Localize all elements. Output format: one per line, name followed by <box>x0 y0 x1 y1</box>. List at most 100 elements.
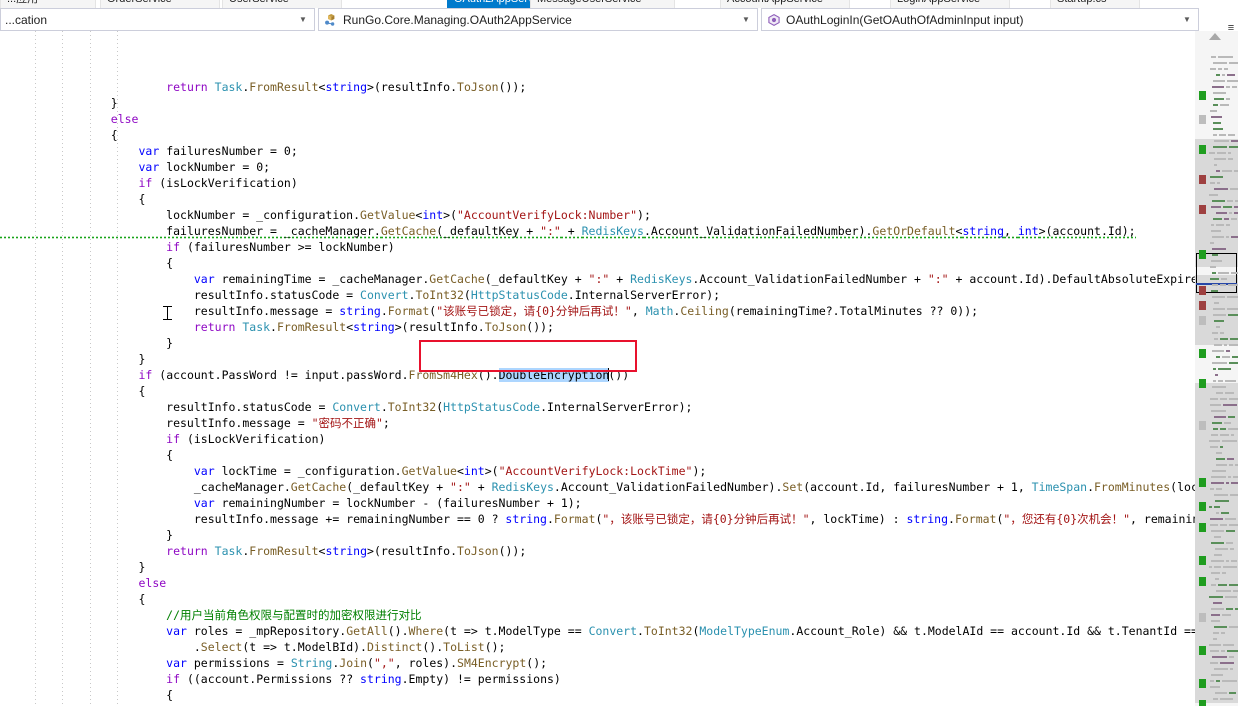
code-line[interactable]: resultInfo.statusCode = Convert.ToInt32(… <box>0 399 1195 415</box>
code-line[interactable]: resultInfo.statusCode = Convert.ToInt32(… <box>0 287 1195 303</box>
code-line[interactable]: { <box>0 191 1195 207</box>
minimap-row <box>1195 565 1238 568</box>
code-line[interactable]: } <box>0 559 1195 575</box>
code-token: HttpStatusCode <box>470 288 568 302</box>
code-token: HttpStatusCode <box>443 400 541 414</box>
tab-7[interactable]: Startup.cs <box>1050 0 1140 8</box>
code-line[interactable]: if ((account.Permissions ?? string.Empty… <box>0 671 1195 687</box>
code-line[interactable]: var remainingNumber = lockNumber - (fail… <box>0 495 1195 511</box>
code-line[interactable]: var remainingTime = _cacheManager.GetCac… <box>0 271 1195 287</box>
tab-1[interactable]: OrderService <box>100 0 220 8</box>
minimap-row <box>1195 445 1238 448</box>
tab-0[interactable]: ...应用 <box>0 0 96 8</box>
code-token: ()) <box>608 368 630 382</box>
code-line[interactable]: .Select(t => t.ModelBId).Distinct().ToLi… <box>0 639 1195 655</box>
code-line[interactable]: if (isLockVerification) <box>0 175 1195 191</box>
code-token: Task <box>214 80 243 94</box>
minimap-row <box>1195 325 1238 328</box>
minimap-row <box>1195 589 1238 592</box>
code-line[interactable]: var lockTime = _configuration.GetValue<i… <box>0 463 1195 479</box>
minimap-change-marker <box>1199 349 1206 358</box>
code-token: string <box>906 512 948 526</box>
code-line[interactable]: return Task.FromResult<string>(resultInf… <box>0 319 1195 335</box>
code-token: Distinct <box>366 640 423 654</box>
minimap-row <box>1195 601 1238 604</box>
code-token: } <box>0 528 174 542</box>
code-token: lockNumber = 0; <box>159 160 271 174</box>
code-line[interactable]: { <box>0 127 1195 143</box>
minimap-row <box>1195 331 1238 334</box>
minimap-row <box>1195 547 1238 550</box>
code-line[interactable]: return Task.FromResult<string>(resultInf… <box>0 543 1195 559</box>
code-token: Where <box>408 624 444 638</box>
code-token: >(resultInfo. <box>367 80 458 94</box>
code-line[interactable]: } <box>0 351 1195 367</box>
code-token: var <box>166 624 187 638</box>
code-line[interactable]: else <box>0 575 1195 591</box>
member-dropdown[interactable]: OAuthLoginIn(GetOAuthOfAdminInput input)… <box>761 8 1199 31</box>
code-line[interactable]: { <box>0 255 1195 271</box>
code-line[interactable]: failuresNumber = _cacheManager.GetCache(… <box>0 223 1195 241</box>
code-token: FromResult <box>249 544 319 558</box>
tab-6[interactable]: LoginAppService <box>890 0 1010 8</box>
minimap-row <box>1195 667 1238 670</box>
tab-4[interactable]: MessageUserService <box>530 0 675 8</box>
code-line[interactable]: } <box>0 335 1195 351</box>
tab-2[interactable]: UserService <box>222 0 342 8</box>
code-token: resultInfo.statusCode = <box>0 288 361 302</box>
chevron-down-icon[interactable]: ▼ <box>739 15 753 24</box>
minimap-row <box>1195 241 1238 244</box>
code-token: FromResult <box>249 80 319 94</box>
code-line[interactable]: //用户当前角色权限与配置时的加密权限进行对比 <box>0 607 1195 623</box>
tab-5[interactable]: AccountAppService <box>720 0 850 8</box>
code-line[interactable]: if (isLockVerification) <box>0 431 1195 447</box>
project-dropdown[interactable]: ...cation ▼ <box>0 8 315 31</box>
type-dropdown-value: RunGo.Core.Managing.OAuth2AppService <box>343 12 572 27</box>
code-editor[interactable]: return Task.FromResult<string>(resultInf… <box>0 31 1195 706</box>
minimap-row <box>1195 457 1238 460</box>
chevron-down-icon[interactable]: ▼ <box>296 15 310 24</box>
code-line[interactable]: var roles = _mpRepository.GetAll().Where… <box>0 623 1195 639</box>
code-token: , roles). <box>394 656 458 670</box>
code-token: else <box>138 576 167 590</box>
minimap-row <box>1195 541 1238 544</box>
type-dropdown[interactable]: RunGo.Core.Managing.OAuth2AppService ▼ <box>318 8 758 31</box>
code-line[interactable]: } <box>0 527 1195 543</box>
code-token: resultInfo.message = <box>0 304 340 318</box>
code-line[interactable]: resultInfo.message += remainingNumber ==… <box>0 511 1195 527</box>
code-line[interactable]: _cacheManager.GetCache(_defaultKey + ":"… <box>0 479 1195 495</box>
code-token: roles = _mpRepository. <box>186 624 347 638</box>
code-token: (_defaultKey + <box>346 480 451 494</box>
minimap-row <box>1195 139 1238 142</box>
code-token: .Empty) != permissions) <box>401 672 561 686</box>
code-line[interactable]: var lockNumber = 0; <box>0 159 1195 175</box>
code-minimap[interactable] <box>1195 31 1238 706</box>
minimap-row <box>1195 277 1238 280</box>
code-token: Convert <box>360 288 409 302</box>
code-line[interactable]: lockNumber = _configuration.GetValue<int… <box>0 207 1195 223</box>
code-line[interactable]: else <box>0 111 1195 127</box>
code-line[interactable]: resultInfo.message = string.Format("该账号已… <box>0 303 1195 319</box>
code-line[interactable]: if (account.PassWord != input.passWord.F… <box>0 367 1195 383</box>
minimap-scroll-up-arrow[interactable] <box>1209 33 1221 40</box>
code-line[interactable]: var permissions = String.Join(",", roles… <box>0 655 1195 671</box>
project-dropdown-value: ...cation <box>5 12 48 27</box>
minimap-row <box>1195 73 1238 76</box>
code-token: , remaining <box>1130 512 1195 526</box>
code-line[interactable]: return Task.FromResult<string>(resultInf… <box>0 79 1195 95</box>
code-line[interactable]: if (failuresNumber >= lockNumber) <box>0 239 1195 255</box>
chevron-down-icon[interactable]: ▼ <box>1180 15 1194 24</box>
code-line[interactable]: var failuresNumber = 0; <box>0 143 1195 159</box>
code-line[interactable]: } <box>0 95 1195 111</box>
code-line[interactable]: { <box>0 687 1195 703</box>
code-token: string <box>505 512 547 526</box>
code-line[interactable]: resultInfo.message = "密码不正确"; <box>0 415 1195 431</box>
code-line[interactable]: { <box>0 383 1195 399</box>
code-line[interactable]: { <box>0 447 1195 463</box>
minimap-row <box>1195 517 1238 520</box>
code-line[interactable]: { <box>0 591 1195 607</box>
code-token: "，您还有{0}次机会！" <box>1003 512 1131 526</box>
code-token: GetValue <box>360 208 416 222</box>
